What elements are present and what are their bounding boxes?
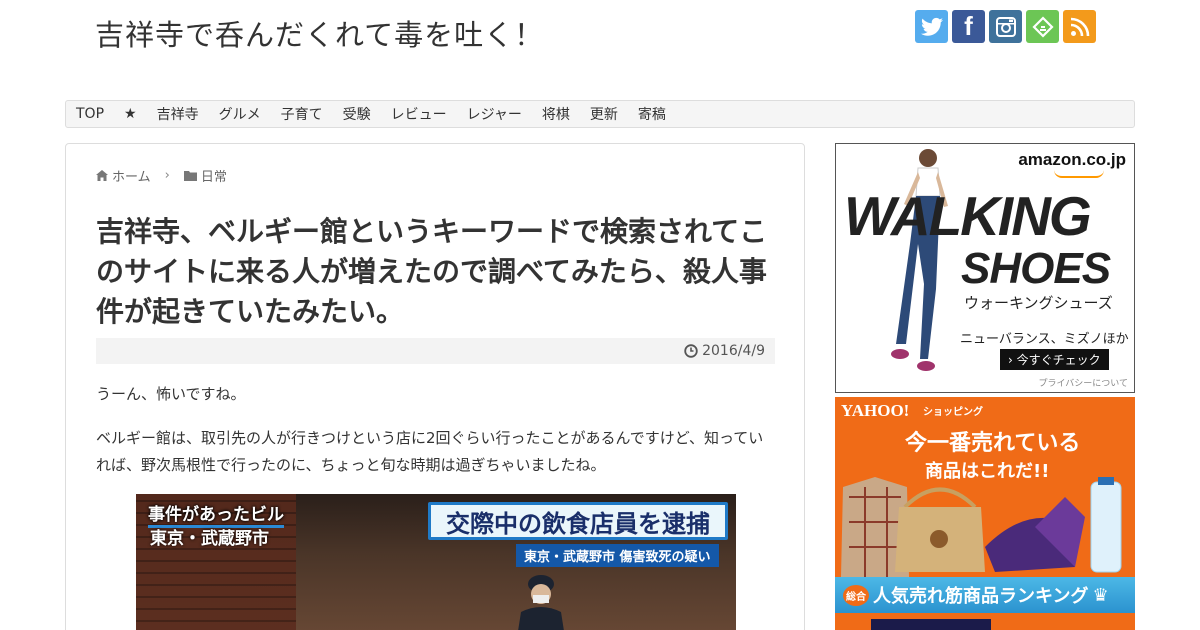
facebook-button[interactable]: f xyxy=(952,10,985,43)
tpoint-logo-strip xyxy=(871,619,991,630)
twitter-button[interactable] xyxy=(915,10,948,43)
ranking-banner: 総合 人気売れ筋商品ランキング ♛ xyxy=(835,577,1135,613)
ranking-text: 人気売れ筋商品ランキング xyxy=(873,586,1089,607)
nav-item-top[interactable]: TOP xyxy=(76,106,104,122)
twitter-icon xyxy=(920,17,943,36)
ad-cta-button[interactable]: › 今すぐチェック xyxy=(1000,349,1109,370)
yahoo-shopping-ad[interactable]: YAHOO! ショッピング 今一番売れている 商品はこれだ!! 総合 人気売れ筋… xyxy=(835,397,1135,630)
nav-item-exam[interactable]: 受験 xyxy=(343,104,371,124)
breadcrumb-home[interactable]: ホーム xyxy=(112,166,151,185)
feedly-button[interactable] xyxy=(1026,10,1059,43)
news-headline: 交際中の飲食店員を逮捕 xyxy=(428,502,728,540)
news-caption-location: 東京・武蔵野市 xyxy=(150,529,269,549)
nav-item-shogi[interactable]: 将棋 xyxy=(542,104,570,124)
crown-icon: ♛ xyxy=(1092,584,1109,606)
rss-icon xyxy=(1070,17,1089,36)
nav-item-review[interactable]: レビュー xyxy=(391,104,447,124)
ad-headline-shoes: SHOES xyxy=(961,244,1111,293)
clock-icon xyxy=(684,344,698,358)
facebook-icon: f xyxy=(964,11,973,41)
breadcrumb: ホーム › 日常 xyxy=(96,166,227,185)
home-icon xyxy=(96,170,108,181)
yahoo-shopping-label: ショッピング xyxy=(923,407,983,418)
chevron-right-icon: › xyxy=(164,168,170,183)
nav-item-updates[interactable]: 更新 xyxy=(590,104,618,124)
global-nav: TOP ★ 吉祥寺 グルメ 子育て 受験 レビュー レジャー 将棋 更新 寄稿 xyxy=(65,100,1135,128)
nav-item-kichijoji[interactable]: 吉祥寺 xyxy=(157,104,199,124)
paragraph: ベルギー館は、取引先の人が行きつけという店に2回ぐらい行ったことがあるんですけど… xyxy=(96,429,764,474)
amazon-walking-shoes-ad[interactable]: amazon.co.jp WALKING SHOES ウォーキングシューズ ニュ… xyxy=(835,143,1135,393)
instagram-icon xyxy=(995,16,1016,37)
product-images xyxy=(841,477,1122,577)
ad-headline-walking: WALKING xyxy=(844,185,1092,247)
ad-privacy-link[interactable]: プライバシーについて xyxy=(1038,376,1128,389)
instagram-button[interactable] xyxy=(989,10,1022,43)
yahoo-logo: YAHOO! xyxy=(841,401,910,420)
nav-item-parenting[interactable]: 子育て xyxy=(281,104,323,124)
site-title[interactable]: 吉祥寺で呑んだくれて毒を吐く！ xyxy=(95,12,544,54)
ad-brands: ニューバランス、ミズノほか xyxy=(960,332,1129,347)
nav-item-gourmet[interactable]: グルメ xyxy=(219,104,261,124)
nav-item-contribution[interactable]: 寄稿 xyxy=(638,104,666,124)
breadcrumb-category[interactable]: 日常 xyxy=(201,166,227,185)
nav-item-star[interactable]: ★ xyxy=(124,106,137,122)
post-title: 吉祥寺、ベルギー館というキーワードで検索されてこのサイトに来る人が増えたので調べ… xyxy=(96,215,768,328)
ranking-badge: 総合 xyxy=(843,584,869,606)
news-caption-building: 事件があったビル xyxy=(148,500,284,528)
news-screenshot-image: 事件があったビル 東京・武蔵野市 交際中の飲食店員を逮捕 東京・武蔵野市 傷害致… xyxy=(136,494,736,630)
folder-icon xyxy=(183,171,197,181)
amazon-logo: amazon.co.jp xyxy=(1018,150,1126,169)
nav-item-leisure[interactable]: レジャー xyxy=(467,104,522,124)
ad-line1: 今一番売れている xyxy=(905,431,1081,456)
model-figure xyxy=(891,149,948,371)
ad-headline-jp: ウォーキングシューズ xyxy=(964,294,1113,312)
police-officer-figure xyxy=(518,575,564,630)
feedly-icon xyxy=(1031,15,1054,38)
social-links: f xyxy=(915,10,1096,43)
amazon-smile-icon xyxy=(1054,170,1104,178)
post-date-bar: 2016/4/9 xyxy=(96,338,775,364)
article-container: ホーム › 日常 吉祥寺、ベルギー館というキーワードで検索されてこのサイトに来る… xyxy=(65,143,805,630)
post-date: 2016/4/9 xyxy=(702,343,765,359)
rss-button[interactable] xyxy=(1063,10,1096,43)
paragraph: うーん、怖いですね。 xyxy=(96,385,246,403)
